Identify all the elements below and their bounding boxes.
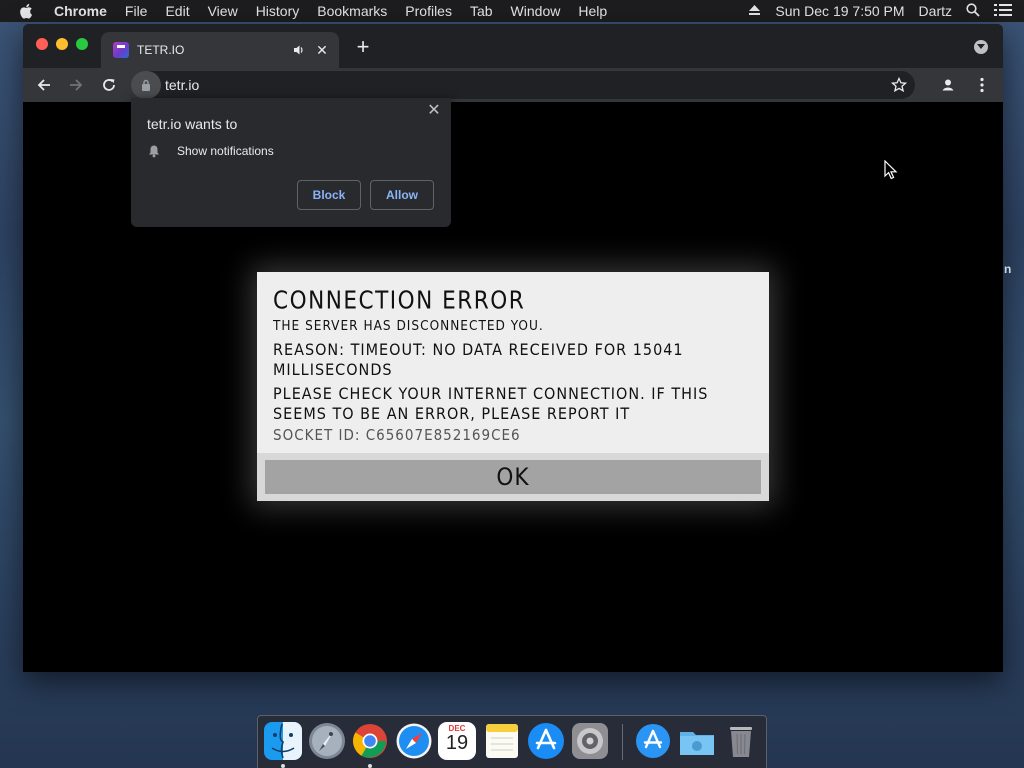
dock-separator [622, 724, 623, 760]
lock-icon[interactable] [131, 71, 161, 99]
address-bar[interactable]: tetr.io [131, 71, 915, 99]
error-check-text: PLEASE CHECK YOUR INTERNET CONNECTION. I… [273, 384, 709, 423]
chrome-menu-icon[interactable] [973, 76, 991, 94]
tab-close-icon[interactable]: ✕ [315, 43, 329, 57]
downloads-folder-icon[interactable] [678, 722, 716, 760]
profile-avatar-icon[interactable] [939, 76, 957, 94]
permission-prompt-title: tetr.io wants to [147, 116, 238, 132]
app-store-icon[interactable] [527, 722, 565, 760]
tab-title: TETR.IO [137, 43, 185, 57]
calendar-icon[interactable]: DEC 19 [438, 722, 476, 760]
tab-search-icon[interactable] [974, 40, 988, 54]
menu-edit[interactable]: Edit [165, 3, 189, 19]
error-reason-text: REASON: TIMEOUT: NO DATA RECEIVED FOR 15… [273, 340, 684, 379]
menu-profiles[interactable]: Profiles [405, 3, 452, 19]
trash-icon[interactable] [722, 722, 760, 760]
socket-id-text: SOCKET ID: C65607E852169CE6 [273, 426, 521, 444]
back-button[interactable] [34, 75, 54, 95]
menubar-user[interactable]: Dartz [919, 3, 952, 19]
ok-button[interactable]: OK [265, 460, 761, 494]
menu-bookmarks[interactable]: Bookmarks [317, 3, 387, 19]
block-button[interactable]: Block [297, 180, 361, 210]
mouse-cursor-icon [884, 159, 898, 180]
dock: DEC 19 [257, 715, 767, 768]
notes-icon[interactable] [483, 722, 521, 760]
connection-error-dialog: CONNECTION ERROR THE SERVER HAS DISCONNE… [257, 272, 769, 501]
error-title: CONNECTION ERROR [273, 285, 526, 315]
finder-running-indicator [281, 764, 285, 768]
chrome-running-indicator [368, 764, 372, 768]
calendar-day: 19 [445, 732, 469, 754]
zoom-window-button[interactable] [76, 38, 88, 50]
bookmark-star-icon[interactable] [890, 76, 908, 93]
tab-tetrio[interactable]: TETR.IO ✕ [101, 32, 339, 68]
new-tab-button[interactable]: + [353, 36, 373, 58]
tab-strip: TETR.IO ✕ + [23, 24, 1003, 68]
system-preferences-icon[interactable] [571, 722, 609, 760]
url-text[interactable]: tetr.io [165, 77, 199, 93]
audio-playing-icon[interactable] [293, 43, 307, 57]
browser-toolbar: tetr.io [23, 68, 1003, 102]
menu-view[interactable]: View [208, 3, 238, 19]
finder-icon[interactable] [264, 722, 302, 760]
safari-icon[interactable] [395, 722, 433, 760]
allow-button[interactable]: Allow [370, 180, 434, 210]
minimize-window-button[interactable] [56, 38, 68, 50]
close-window-button[interactable] [36, 38, 48, 50]
bell-icon [147, 144, 161, 158]
spotlight-search-icon[interactable] [966, 2, 980, 20]
permission-close-icon[interactable]: ✕ [427, 103, 441, 119]
control-center-icon[interactable] [994, 3, 1012, 20]
notification-permission-prompt: tetr.io wants to ✕ Show notifications Bl… [131, 98, 451, 227]
launchpad-icon[interactable] [308, 722, 346, 760]
permission-request-row: Show notifications [147, 144, 274, 158]
apple-menu-icon[interactable] [19, 3, 37, 19]
menu-window[interactable]: Window [511, 3, 561, 19]
desktop-edge-text: n [1004, 262, 1012, 276]
tetrio-favicon-icon [113, 42, 129, 58]
menu-history[interactable]: History [256, 3, 300, 19]
forward-button[interactable] [66, 75, 86, 95]
eject-icon[interactable] [748, 3, 761, 19]
chrome-icon[interactable] [351, 722, 389, 760]
menu-file[interactable]: File [125, 3, 148, 19]
menu-bar: Chrome File Edit View History Bookmarks … [0, 0, 1024, 22]
menubar-clock[interactable]: Sun Dec 19 7:50 PM [775, 3, 904, 19]
app-store-folder-icon[interactable] [634, 722, 672, 760]
reload-button[interactable] [99, 75, 119, 95]
menu-tab[interactable]: Tab [470, 3, 493, 19]
menu-app-name[interactable]: Chrome [54, 3, 107, 19]
error-dialog-footer: OK [257, 453, 769, 501]
permission-label: Show notifications [177, 144, 274, 158]
error-disconnected-text: THE SERVER HAS DISCONNECTED YOU. [273, 318, 544, 334]
menu-help[interactable]: Help [578, 3, 607, 19]
